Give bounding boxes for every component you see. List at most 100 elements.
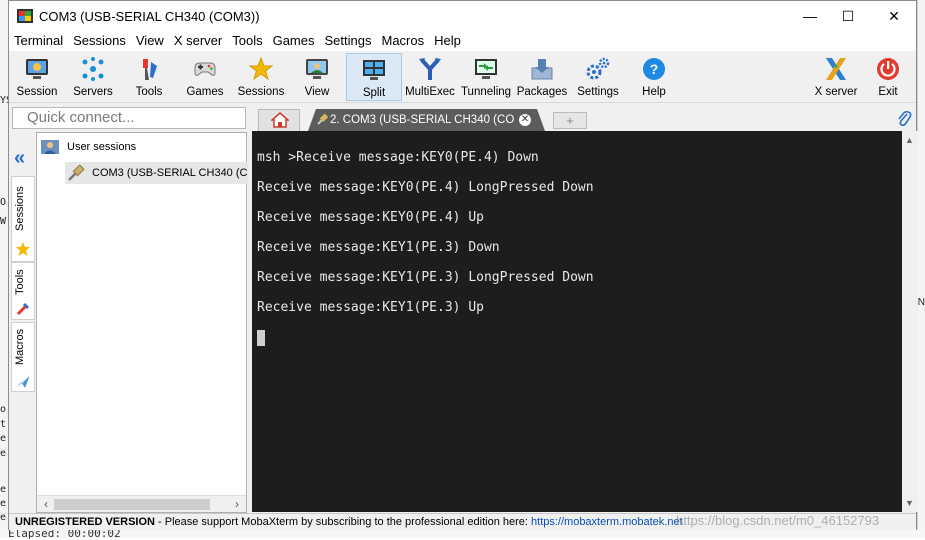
tab-com3-label: 2. COM3 (USB-SERIAL CH340 (CO — [330, 114, 515, 126]
help-button[interactable]: ? Help — [626, 53, 682, 101]
exit-button[interactable]: Exit — [860, 53, 916, 101]
serial-plug-icon — [68, 164, 85, 181]
session-button-label: Session — [16, 86, 58, 98]
menu-bar: Terminal Sessions View X server Tools Games Se… — [9, 31, 916, 51]
tab-sessions[interactable]: Sessions — [11, 176, 35, 262]
new-tab-button[interactable]: + — [553, 112, 587, 129]
terminal-vertical-scrollbar[interactable]: ▲ ▼ — [902, 131, 918, 512]
mobatek-link[interactable]: https://mobaxterm.mobatek.net — [531, 516, 683, 528]
bg-fragment: e — [0, 512, 7, 523]
scroll-down-icon[interactable]: ▼ — [905, 498, 914, 508]
tab-macros[interactable]: Macros — [11, 322, 35, 392]
terminal-output[interactable]: msh >Receive message:KEY0(PE.4) Down Rec… — [252, 131, 902, 512]
settings-button-label: Settings — [577, 86, 619, 98]
view-button[interactable]: View — [289, 53, 345, 101]
tools-button-label: Tools — [135, 86, 163, 98]
terminal-line: msh >Receive message:KEY0(PE.4) Down — [257, 150, 539, 165]
servers-icon — [82, 57, 104, 81]
sessions-button[interactable]: Sessions — [233, 53, 289, 101]
menu-sessions[interactable]: Sessions — [68, 31, 131, 51]
tab-tools[interactable]: Tools — [11, 262, 35, 320]
settings-button[interactable]: Settings — [570, 53, 626, 101]
terminal-line: Receive message:KEY1(PE.3) Down — [257, 240, 500, 255]
close-button[interactable]: ✕ — [871, 1, 917, 31]
packages-button[interactable]: Packages — [514, 53, 570, 101]
menu-terminal[interactable]: Terminal — [9, 31, 68, 51]
games-button-label: Games — [186, 86, 224, 98]
tab-com3[interactable]: 2. COM3 (USB-SERIAL CH340 (CO ✕ — [308, 109, 545, 131]
terminal-line: Receive message:KEY1(PE.3) Up — [257, 300, 484, 315]
terminal-line: Receive message:KEY0(PE.4) LongPressed D… — [257, 180, 594, 195]
menu-view[interactable]: View — [131, 31, 169, 51]
menu-settings[interactable]: Settings — [320, 31, 377, 51]
paper-plane-icon — [16, 374, 31, 388]
scroll-up-icon[interactable]: ▲ — [905, 135, 914, 145]
title-bar[interactable]: COM3 (USB-SERIAL CH340 (COM3)) — ☐ ✕ — [9, 1, 916, 31]
tunneling-button-label: Tunneling — [460, 86, 512, 98]
tunneling-icon — [475, 59, 497, 79]
sidebar-tabs: « Sessions Tools Macros — [9, 132, 36, 512]
bg-fragment: t — [0, 419, 7, 430]
menu-tools[interactable]: Tools — [227, 31, 267, 51]
scrollbar-thumb[interactable] — [54, 499, 210, 510]
bg-fragment: W — [0, 216, 7, 227]
support-message: - Please support MobaXterm by subscribin… — [154, 516, 532, 528]
user-folder-icon — [41, 140, 59, 154]
view-button-label: View — [304, 86, 330, 98]
svg-text:?: ? — [650, 61, 659, 77]
bg-fragment: e — [0, 484, 7, 495]
split-button-label: Split — [362, 87, 386, 99]
menu-games[interactable]: Games — [268, 31, 320, 51]
games-button[interactable]: Games — [177, 53, 233, 101]
unregistered-label: UNREGISTERED VERSION — [15, 516, 155, 528]
app-icon — [17, 9, 33, 23]
bg-fragment: o — [0, 404, 7, 415]
servers-button-label: Servers — [73, 86, 113, 98]
scroll-left-icon[interactable]: ‹ — [39, 497, 53, 511]
terminal-line: Receive message:KEY1(PE.3) LongPressed D… — [257, 270, 594, 285]
multiexec-icon — [419, 58, 441, 80]
menu-x-server[interactable]: X server — [169, 31, 227, 51]
view-icon — [306, 59, 328, 79]
paperclip-icon[interactable] — [896, 110, 912, 128]
maximize-button[interactable]: ☐ — [825, 1, 871, 31]
session-button[interactable]: Session — [9, 53, 65, 101]
multiexec-button-label: MultiExec — [405, 86, 455, 98]
split-icon — [363, 60, 385, 80]
watermark: https://blog.csdn.net/m0_46152793 — [676, 513, 880, 528]
bg-fragment: e — [0, 433, 7, 444]
help-button-label: Help — [642, 86, 666, 98]
terminal-line: Receive message:KEY0(PE.4) Up — [257, 210, 484, 225]
horizontal-scrollbar[interactable]: ‹ › — [37, 495, 246, 512]
bg-fragment: N — [917, 297, 925, 308]
close-tab-icon[interactable]: ✕ — [519, 114, 531, 126]
multiexec-button[interactable]: MultiExec — [402, 53, 458, 101]
menu-macros[interactable]: Macros — [376, 31, 429, 51]
tree-item-com3[interactable]: COM3 (USB-SERIAL CH340 (CO — [65, 162, 248, 184]
tree-item-label: COM3 (USB-SERIAL CH340 (CO — [92, 167, 248, 179]
x-server-button-label: X server — [814, 86, 858, 98]
servers-button[interactable]: Servers — [65, 53, 121, 101]
menu-help[interactable]: Help — [429, 31, 466, 51]
home-tab[interactable] — [258, 109, 300, 131]
split-button[interactable]: Split — [346, 53, 402, 101]
session-icon — [26, 59, 48, 79]
tunneling-button[interactable]: Tunneling — [458, 53, 514, 101]
serial-plug-icon — [317, 113, 328, 125]
x-server-button[interactable]: X server — [808, 53, 864, 101]
toolbar: Session Servers Tools Games Sessions Vie… — [9, 51, 916, 103]
home-icon — [271, 112, 289, 128]
help-icon: ? — [643, 58, 665, 80]
quick-connect-input[interactable]: Quick connect... — [12, 107, 246, 129]
tree-root-label: User sessions — [67, 141, 137, 153]
settings-icon — [586, 57, 610, 80]
terminal-cursor — [257, 330, 265, 346]
background-window-right: N — [917, 0, 925, 538]
background-window-left: YS O W o t e e e e e — [0, 0, 12, 538]
x-server-icon — [826, 58, 846, 80]
tools-button[interactable]: Tools — [121, 53, 177, 101]
tab-tools-label: Tools — [14, 269, 26, 295]
sessions-panel: User sessions COM3 (USB-SERIAL CH340 (CO… — [36, 132, 248, 513]
scroll-right-icon[interactable]: › — [230, 497, 244, 511]
collapse-sidebar-icon[interactable]: « — [14, 147, 25, 170]
